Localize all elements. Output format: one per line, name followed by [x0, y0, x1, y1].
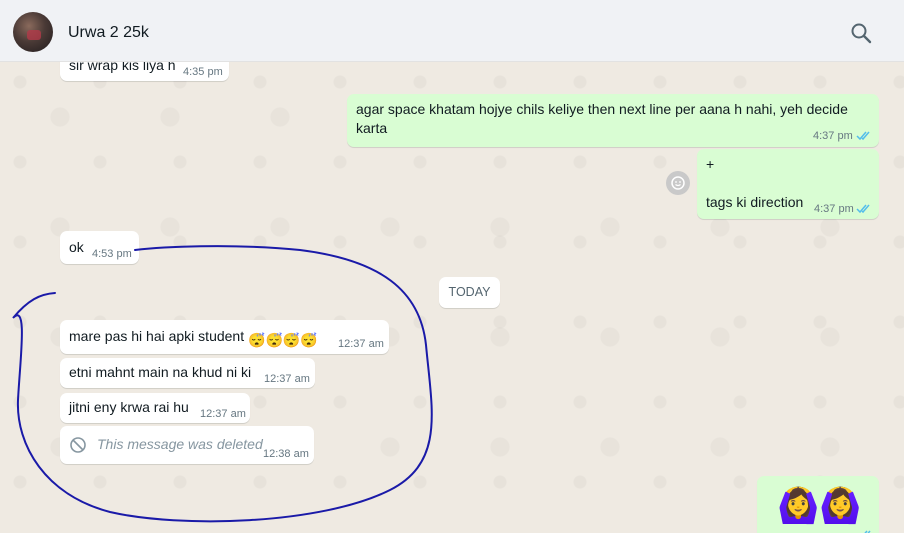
message-text-line: karta: [356, 120, 388, 136]
message-time: 12:38 am: [263, 448, 309, 460]
contact-name[interactable]: Urwa 2 25k: [68, 24, 149, 42]
message-text: jitni eny krwa rai hu: [69, 399, 189, 415]
sleeping-face-emoji: 😴: [248, 332, 266, 348]
message-text: ok: [69, 239, 84, 255]
read-receipt-icon: [856, 131, 870, 141]
sleeping-face-emoji: 😴: [282, 332, 301, 348]
message-bubble-out[interactable]: 🙆‍♀️🙆‍♀️: [757, 476, 879, 533]
message-bubble-in[interactable]: ok 4:53 pm: [60, 231, 139, 264]
message-bubble-in[interactable]: sir wrap kis liya h 4:35 pm: [60, 62, 229, 81]
message-time: 12:37 am: [338, 338, 384, 350]
woman-gesturing-ok-emoji: 🙆‍♀️: [777, 487, 820, 525]
sleeping-face-emoji: 😴: [265, 332, 283, 348]
message-text-line: tags ki direction: [706, 194, 804, 210]
emoji-reaction-icon[interactable]: [666, 171, 690, 195]
message-text-line: +: [706, 156, 715, 172]
message-bubble-out[interactable]: agar space khatam hojye chils keliye the…: [347, 94, 879, 147]
message-bubble-in[interactable]: mare pas hi hai apki student 😴😴😴😴 12:37 …: [60, 320, 389, 354]
message-text: mare pas hi hai apki student 😴😴😴😴: [69, 327, 318, 350]
prohibited-icon: [70, 437, 86, 453]
message-bubble-out[interactable]: + tags ki direction 4:37 pm: [697, 149, 879, 219]
sleeping-face-emoji: 😴: [300, 332, 318, 348]
deleted-message-text: This message was deleted: [97, 436, 263, 452]
message-time: 12:37 am: [200, 408, 246, 420]
message-time: 12:37 am: [264, 373, 310, 385]
message-text-content: mare pas hi hai apki student: [69, 328, 245, 344]
message-bubble-in[interactable]: etni mahnt main na khud ni ki 12:37 am: [60, 358, 315, 388]
deleted-message-bubble[interactable]: This message was deleted 12:38 am: [60, 426, 314, 464]
message-text: sir wrap kis liya h: [69, 62, 176, 73]
date-divider: TODAY: [439, 277, 500, 308]
woman-gesturing-ok-emoji: 🙆‍♀️: [819, 487, 862, 525]
message-time: 4:53 pm: [92, 248, 132, 260]
message-time: 4:35 pm: [183, 66, 223, 78]
search-icon[interactable]: [848, 20, 874, 46]
emoji-message: 🙆‍♀️🙆‍♀️: [777, 486, 862, 526]
contact-avatar[interactable]: [13, 12, 53, 52]
read-receipt-icon: [856, 204, 870, 214]
chat-header: Urwa 2 25k: [0, 0, 904, 62]
message-time: 4:37 pm: [814, 203, 854, 215]
message-time: 4:37 pm: [813, 130, 853, 142]
message-bubble-in[interactable]: jitni eny krwa rai hu 12:37 am: [60, 393, 250, 423]
message-text: etni mahnt main na khud ni ki: [69, 364, 252, 380]
message-text-line: agar space khatam hojye chils keliye the…: [356, 101, 848, 117]
chat-pane[interactable]: sir wrap kis liya h 4:35 pm agar space k…: [0, 62, 904, 533]
read-receipt-icon: [864, 530, 871, 533]
